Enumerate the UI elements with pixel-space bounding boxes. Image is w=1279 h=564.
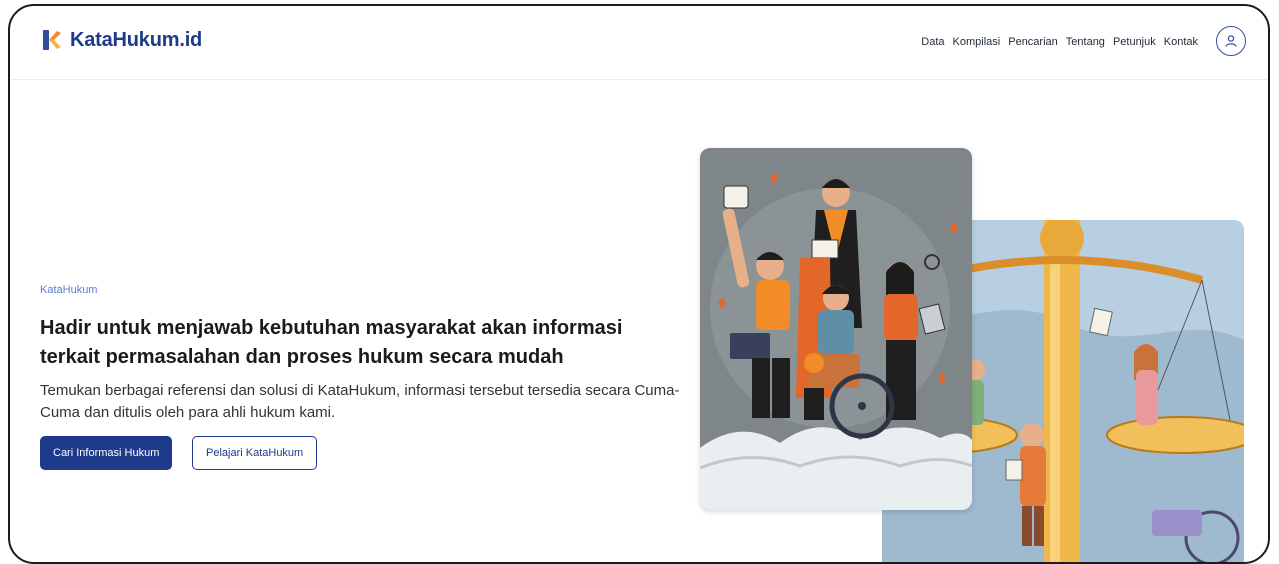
brand-logo[interactable]: KataHukum.id xyxy=(40,28,202,52)
katahukum-logo-icon xyxy=(43,30,61,50)
nav-item-petunjuk[interactable]: Petunjuk xyxy=(1113,36,1156,48)
diverse-people-illustration xyxy=(700,148,972,510)
site-header: KataHukum.id Data Kompilasi Pencarian Te… xyxy=(10,6,1268,80)
nav-item-kompilasi[interactable]: Kompilasi xyxy=(953,36,1001,48)
hero-headline: Hadir untuk menjawab kebutuhan masyaraka… xyxy=(40,317,623,368)
profile-button[interactable] xyxy=(1216,26,1246,56)
nav-item-tentang[interactable]: Tentang xyxy=(1066,36,1105,48)
nav-item-data[interactable]: Data xyxy=(921,36,944,48)
nav-item-kontak[interactable]: Kontak xyxy=(1164,36,1198,48)
hero-subtext: Temukan berbagai referensi dan solusi di… xyxy=(40,382,680,421)
people-group-artwork xyxy=(700,148,972,510)
brand-name: KataHukum.id xyxy=(70,28,203,51)
search-legal-info-button[interactable]: Cari Informasi Hukum xyxy=(40,436,173,470)
hero-eyebrow: KataHukum xyxy=(40,284,98,296)
user-icon xyxy=(1225,35,1237,47)
browser-frame: KataHukum.id Data Kompilasi Pencarian Te… xyxy=(8,4,1270,564)
nav-item-pencarian[interactable]: Pencarian xyxy=(1008,36,1058,48)
learn-katahukum-button[interactable]: Pelajari KataHukum xyxy=(192,436,318,470)
main-nav: Data Kompilasi Pencarian Tentang Petunju… xyxy=(921,36,1198,48)
